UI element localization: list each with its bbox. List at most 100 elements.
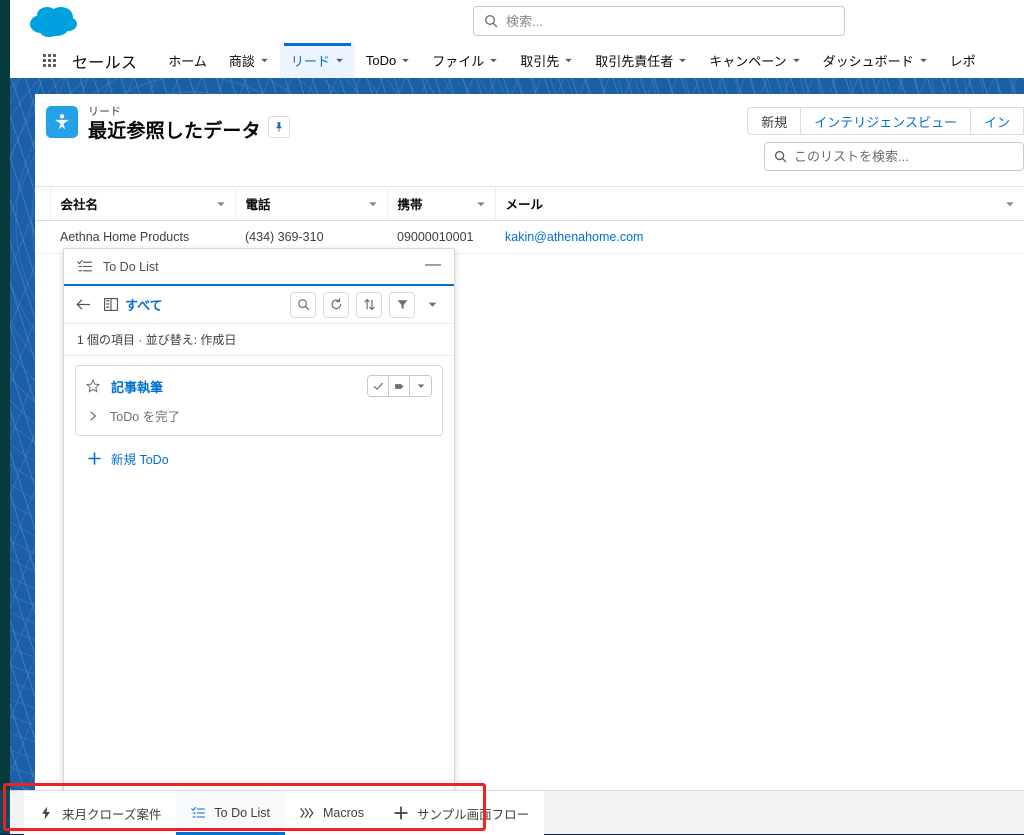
todo-item-subject[interactable]: 記事執筆 (111, 377, 163, 396)
chevron-down-icon[interactable] (247, 126, 259, 138)
page-title: 最近参照したデータ (88, 116, 261, 143)
salesforce-cloud-logo[interactable] (25, 2, 87, 42)
nav-item-2[interactable]: 商談 (218, 43, 280, 78)
utility-item-label: Macros (323, 806, 364, 820)
plus-icon (88, 452, 101, 465)
nav-item-1[interactable]: ホーム (157, 43, 218, 78)
todo-items-container: 記事執筆 (64, 356, 454, 468)
new-todo-button[interactable]: 新規 ToDo (75, 436, 443, 468)
button-label: 新規 (761, 112, 787, 131)
nav-item-label: ファイル (432, 51, 484, 70)
todo-toolbar-actions (290, 292, 442, 318)
nav-item-label: ダッシュボード (823, 51, 914, 70)
left-edge-strip (0, 0, 10, 790)
table-header-3[interactable]: 携帯 (387, 187, 495, 220)
grid-dots (43, 54, 56, 67)
chevron-down-icon[interactable] (216, 199, 226, 209)
nav-item-5[interactable]: ファイル (421, 43, 509, 78)
search-icon (774, 150, 787, 163)
utility-item-label: To Do List (214, 806, 270, 820)
app-launcher-grid-icon[interactable] (32, 43, 66, 78)
list-view-page: リード 最近参照したデータ 新規インテリジェンスビューイン (35, 94, 1024, 790)
column-label: 電話 (246, 198, 271, 212)
table-header-select (35, 187, 50, 220)
column-label: 携帯 (398, 198, 423, 212)
table-header-1[interactable]: 会社名 (50, 187, 235, 220)
app-name-label[interactable]: セールス (66, 43, 143, 78)
search-input[interactable] (506, 14, 834, 29)
cell-email[interactable]: kakin@athenahome.com (495, 220, 1024, 253)
chevron-down-icon[interactable] (678, 56, 687, 65)
button-label: イン (984, 112, 1010, 131)
plus-icon (394, 806, 408, 820)
todo-panel-header[interactable]: To Do List — (64, 249, 454, 286)
nav-items-container: ホーム商談リード ToDo ファイル 取引先取引先責任者 キャンペーン ダッシュボード レポ (157, 43, 986, 78)
utility-item-macros[interactable]: Macros (285, 791, 379, 835)
table-header-2[interactable]: 電話 (235, 187, 387, 220)
complete-check-icon[interactable] (368, 376, 389, 396)
table-header-row: 会社名 電話 携帯 メール (35, 187, 1024, 220)
refresh-icon[interactable] (323, 292, 349, 318)
star-outline-icon[interactable] (86, 379, 100, 393)
chevron-down-icon[interactable] (422, 299, 442, 310)
lead-person-icon (46, 106, 78, 138)
sort-icon[interactable] (356, 292, 382, 318)
list-view-header: リード 最近参照したデータ 新規インテリジェンスビューイン (35, 94, 1024, 152)
nav-item-label: 取引先責任者 (595, 51, 673, 70)
chevron-down-icon[interactable] (1005, 199, 1015, 209)
list-search-box[interactable] (764, 142, 1024, 171)
chevron-down-icon[interactable] (401, 56, 410, 65)
nav-item-10[interactable]: レポ (939, 43, 987, 78)
arrow-left-icon[interactable] (76, 298, 91, 311)
intelligence-import-button[interactable]: イン (970, 107, 1024, 135)
nav-item-3[interactable]: リード (280, 43, 355, 78)
new-button[interactable]: 新規 (747, 107, 801, 135)
nav-item-7[interactable]: 取引先責任者 (584, 43, 698, 78)
utility-bar-items: 来月クローズ案件 To Do List Macros サンプル画面フロー (24, 791, 544, 835)
utility-item-closing-next-month[interactable]: 来月クローズ案件 (24, 791, 176, 835)
macros-icon (300, 806, 314, 820)
chevron-down-icon[interactable] (792, 56, 801, 65)
utility-bar: 来月クローズ案件 To Do List Macros サンプル画面フロー (10, 790, 1024, 834)
lightning-icon (39, 806, 53, 820)
todo-item-main-row: 記事執筆 (86, 375, 432, 397)
nav-item-9[interactable]: ダッシュボード (812, 43, 939, 78)
more-chevron-icon[interactable] (410, 376, 431, 396)
global-header (10, 0, 1024, 43)
column-label: 会社名 (61, 198, 99, 212)
chevron-down-icon[interactable] (368, 199, 378, 209)
tag-icon[interactable] (389, 376, 410, 396)
salesforce-app-window: セールス ホーム商談リード ToDo ファイル 取引先取引先責任者 キャンペーン ダッシュ… (10, 0, 1024, 790)
todo-item-status-row: ToDo を完了 (86, 406, 432, 425)
chevron-down-icon[interactable] (919, 56, 928, 65)
todo-scope-label[interactable]: すべて (125, 295, 163, 314)
table-header-4[interactable]: メール (495, 187, 1024, 220)
chevron-down-icon[interactable] (476, 199, 486, 209)
list-item[interactable]: 記事執筆 (75, 365, 443, 436)
split-view-icon[interactable] (104, 298, 118, 311)
nav-item-label: ToDo (366, 53, 396, 68)
minimize-button[interactable]: — (425, 257, 441, 277)
nav-item-label: キャンペーン (709, 51, 786, 70)
nav-item-4[interactable]: ToDo (355, 43, 421, 78)
chevron-down-icon[interactable] (335, 56, 344, 65)
chevron-right-icon[interactable] (87, 410, 99, 422)
row-select[interactable] (35, 220, 50, 253)
nav-item-8[interactable]: キャンペーン (698, 43, 811, 78)
chevron-down-icon[interactable] (564, 56, 573, 65)
filter-icon[interactable] (389, 292, 415, 318)
chevron-down-icon[interactable] (260, 56, 269, 65)
utility-item-sample-screen-flow[interactable]: サンプル画面フロー (379, 791, 544, 835)
pin-icon[interactable] (268, 116, 290, 138)
search-icon[interactable] (290, 292, 316, 318)
chevron-down-icon[interactable] (489, 56, 498, 65)
global-search-box[interactable] (473, 6, 845, 36)
nav-item-label: レポ (950, 51, 976, 70)
nav-item-label: リード (291, 51, 330, 70)
list-search-input[interactable] (794, 149, 1014, 164)
todo-toolbar: すべて (64, 286, 454, 324)
nav-item-6[interactable]: 取引先 (509, 43, 584, 78)
app-navigation-bar: セールス ホーム商談リード ToDo ファイル 取引先取引先責任者 キャンペーン ダッシュ… (10, 43, 1024, 78)
utility-item-todo-list[interactable]: To Do List (176, 791, 285, 835)
intelligence-view-button[interactable]: インテリジェンスビュー (800, 107, 971, 135)
